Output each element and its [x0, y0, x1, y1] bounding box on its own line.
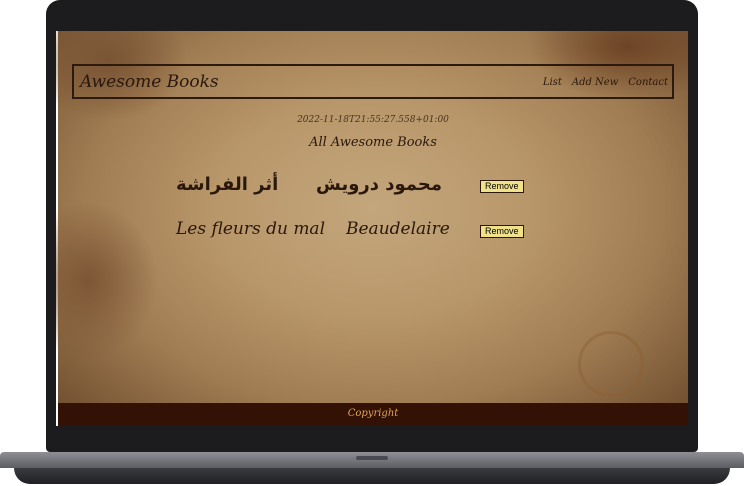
coffee-ring — [578, 331, 644, 397]
nav-link-list[interactable]: List — [543, 77, 562, 88]
brand-logo[interactable]: Awesome Books — [80, 72, 219, 92]
laptop-hinge-notch — [356, 456, 388, 460]
nav-links: List Add New Contact — [543, 77, 668, 88]
laptop-base — [0, 452, 744, 486]
book-row: Les fleurs du mal Beaudelaire Remove — [58, 219, 688, 249]
page: Awesome Books List Add New Contact 2022-… — [56, 31, 688, 426]
book-row: أثر الفراشة محمود درويش Remove — [58, 174, 688, 204]
footer: Copyright — [58, 403, 688, 426]
remove-button[interactable]: Remove — [480, 225, 524, 238]
laptop-base-bottom — [14, 468, 730, 484]
section-title: All Awesome Books — [309, 135, 437, 150]
laptop-screen: Awesome Books List Add New Contact 2022-… — [56, 31, 688, 426]
nav-link-contact[interactable]: Contact — [628, 77, 668, 88]
navbar: Awesome Books List Add New Contact — [72, 64, 674, 99]
book-title: أثر الفراشة — [176, 174, 279, 195]
copyright-text: Copyright — [347, 408, 399, 419]
book-author: Beaudelaire — [346, 219, 450, 239]
laptop-base-top — [0, 452, 744, 468]
book-title: Les fleurs du mal — [176, 219, 326, 239]
book-author: محمود درويش — [316, 174, 442, 195]
nav-link-add-new[interactable]: Add New — [572, 77, 618, 88]
datetime-display: 2022-11-18T21:55:27.558+01:00 — [297, 115, 449, 125]
remove-button[interactable]: Remove — [480, 180, 524, 193]
